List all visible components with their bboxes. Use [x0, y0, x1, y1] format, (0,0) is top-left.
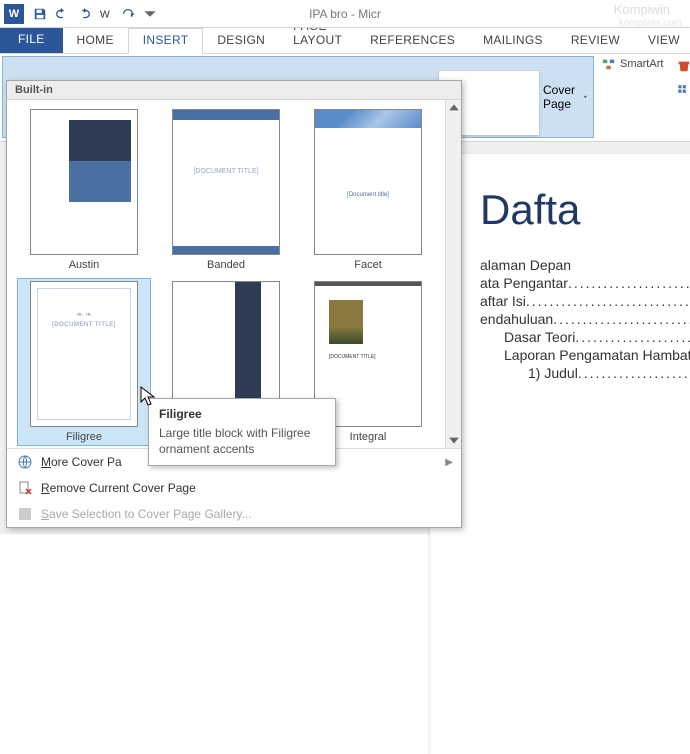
remove-page-icon [17, 480, 33, 496]
toc-line: aftar Isi...............................… [480, 292, 690, 310]
tab-view[interactable]: VIEW [634, 29, 690, 53]
toc-line: Laporan Pengamatan Hambatan Seri........… [480, 346, 690, 364]
undo-icon[interactable] [52, 4, 72, 24]
document-title: IPA bro - Micr [309, 7, 381, 21]
tooltip-filigree: Filigree Large title block with Filigree… [148, 398, 336, 466]
toc-line: 1) Judul................................… [480, 364, 690, 382]
gallery-section-header: Built-in [7, 81, 461, 100]
remove-cover-page-label: Remove Current Cover Page [41, 481, 196, 495]
toc-line: alaman Depan [480, 256, 690, 274]
toc-line: endahuluan..............................… [480, 310, 690, 328]
tab-design[interactable]: DESIGN [203, 29, 279, 53]
cover-page-label: Cover Page [543, 83, 579, 111]
scroll-up-icon[interactable] [448, 102, 460, 114]
quick-access-toolbar: W W [4, 4, 160, 24]
word-app-icon[interactable]: W [4, 4, 24, 24]
refresh-qat-icon[interactable] [118, 4, 138, 24]
ribbon-tabs: FILE HOME INSERT DESIGN PAGE LAYOUT REFE… [0, 28, 690, 54]
store-button[interactable]: Store [675, 58, 690, 74]
gallery-item-austin[interactable]: [Document title] Austin [17, 106, 151, 274]
tab-home[interactable]: HOME [63, 29, 128, 53]
gallery-item-facet[interactable]: [Document title] Facet [301, 106, 435, 274]
document-page[interactable]: Dafta alaman Depanata Pengantar.........… [430, 154, 690, 754]
wikipedia-qat-icon[interactable]: W [96, 4, 116, 24]
submenu-arrow-icon: ▶ [445, 457, 453, 468]
redo-icon[interactable] [74, 4, 94, 24]
save-icon[interactable] [30, 4, 50, 24]
tab-review[interactable]: REVIEW [557, 29, 634, 53]
tab-file[interactable]: FILE [0, 27, 63, 53]
scroll-down-icon[interactable] [448, 434, 460, 446]
smartart-button[interactable]: SmartArt [600, 56, 665, 72]
tooltip-body: Large title block with Filigree ornament… [159, 425, 325, 457]
qat-customize-caret[interactable] [140, 4, 160, 24]
smartart-label: SmartArt [620, 58, 663, 70]
tab-mailings[interactable]: MAILINGS [469, 29, 557, 53]
tab-references[interactable]: REFERENCES [356, 29, 469, 53]
page-heading: Dafta [480, 186, 690, 234]
my-apps-button[interactable]: My Apps [675, 76, 690, 102]
gallery-item-filigree[interactable]: ❧ ❧[DOCUMENT TITLE] Filigree [17, 278, 151, 446]
svg-text:W: W [100, 8, 110, 20]
remove-cover-page-button[interactable]: Remove Current Cover Page [7, 475, 461, 501]
gallery-grid: [Document title] Austin [DOCUMENT TITLE]… [7, 100, 445, 448]
save-page-icon [17, 506, 33, 522]
globe-icon [17, 454, 33, 470]
toc-line: Dasar Teori.............................… [480, 328, 690, 346]
titlebar: W W IPA bro - Micr [0, 0, 690, 28]
gallery-scrollbar[interactable] [445, 100, 461, 448]
table-of-contents: alaman Depanata Pengantar...............… [480, 256, 690, 382]
tooltip-title: Filigree [159, 407, 325, 421]
more-cover-pages-label: More Cover Pa [41, 455, 122, 469]
gallery-item-banded[interactable]: [DOCUMENT TITLE] Banded [159, 106, 293, 274]
save-to-gallery-label: Save Selection to Cover Page Gallery... [41, 507, 252, 521]
save-to-gallery-button: Save Selection to Cover Page Gallery... [7, 501, 461, 527]
toc-line: ata Pengantar...........................… [480, 274, 690, 292]
tab-insert[interactable]: INSERT [128, 28, 204, 54]
